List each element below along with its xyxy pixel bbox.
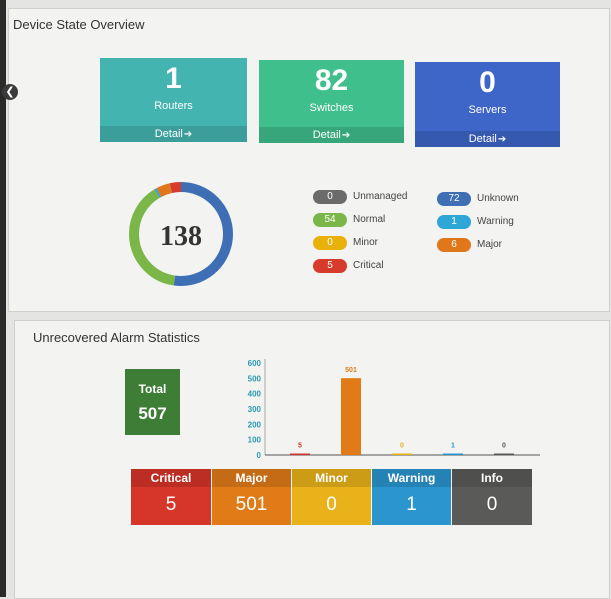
detail-label: Detail	[312, 129, 341, 141]
legend-minor[interactable]: 0 Minor	[313, 236, 378, 250]
legend-count: 5	[313, 259, 347, 273]
legend-normal[interactable]: 54 Normal	[313, 213, 385, 227]
servers-count: 0	[479, 66, 496, 99]
severity-label: Info	[452, 469, 532, 487]
bar-value-label: 5	[298, 443, 302, 450]
bar-major[interactable]	[341, 378, 361, 455]
severity-critical-tile[interactable]: Critical 5	[131, 469, 211, 525]
severity-value: 0	[326, 494, 337, 515]
legend-critical[interactable]: 5 Critical	[313, 259, 384, 273]
switches-count: 82	[314, 64, 349, 97]
servers-detail-link[interactable]: Detail➔	[415, 131, 560, 147]
legend-count: 0	[313, 236, 347, 250]
bar-value-label: 1	[451, 443, 455, 450]
y-tick-label: 400	[248, 390, 262, 399]
y-tick-label: 300	[248, 405, 262, 414]
routers-tile[interactable]: 1 Routers Detail➔	[100, 58, 247, 142]
legend-count: 0	[313, 190, 347, 204]
total-label: Total	[138, 382, 167, 396]
device-status-donut: 138	[129, 182, 233, 286]
severity-value: 5	[165, 494, 177, 515]
bar-minor[interactable]	[392, 453, 412, 456]
routers-detail-link[interactable]: Detail➔	[100, 126, 247, 142]
legend-label: Unknown	[477, 193, 519, 204]
y-tick-label: 0	[257, 451, 262, 460]
donut-total: 138	[160, 221, 202, 252]
y-tick-label: 100	[248, 436, 262, 445]
switches-tile[interactable]: 82 Switches Detail➔	[259, 60, 404, 143]
device-state-panel: Device State Overview 1 Routers Detail➔ …	[8, 8, 610, 312]
panel-title: Device State Overview	[13, 17, 145, 32]
severity-label: Major	[212, 469, 291, 487]
arrow-right-icon: ➔	[183, 129, 193, 140]
legend-major[interactable]: 6 Major	[437, 238, 502, 252]
legend-label: Minor	[353, 237, 379, 248]
servers-tile[interactable]: 0 Servers Detail➔	[415, 62, 560, 147]
y-tick-label: 200	[248, 420, 262, 429]
legend-count: 1	[437, 215, 471, 229]
severity-info-tile[interactable]: Info 0	[452, 469, 532, 525]
legend-label: Unmanaged	[353, 191, 408, 202]
arrow-right-icon: ➔	[341, 130, 351, 141]
bar-info[interactable]	[494, 453, 514, 456]
y-tick-label: 600	[248, 359, 262, 368]
legend-label: Normal	[353, 214, 386, 225]
bar-warning[interactable]	[443, 453, 463, 456]
chevron-left-icon[interactable]: ❮	[2, 84, 18, 100]
legend-count: 54	[313, 213, 347, 227]
severity-label: Minor	[292, 469, 371, 487]
alarm-statistics-panel: Unrecovered Alarm Statistics Total 507 0…	[14, 320, 610, 599]
panel-title: Unrecovered Alarm Statistics	[33, 330, 200, 345]
bar-value-label: 0	[502, 443, 506, 450]
bar-critical[interactable]	[290, 453, 310, 456]
total-value: 507	[138, 404, 167, 423]
total-alarms-box: Total 507	[125, 369, 180, 435]
switches-detail-link[interactable]: Detail➔	[259, 127, 404, 143]
legend-unmanaged[interactable]: 0 Unmanaged	[313, 190, 407, 204]
alarm-bar-chart: 0 100 200 300 400 500 600 5 501 0 1 0	[248, 359, 540, 460]
severity-major-tile[interactable]: Major 501	[212, 469, 291, 525]
legend-warning[interactable]: 1 Warning	[437, 215, 514, 229]
arrow-right-icon: ➔	[497, 134, 507, 145]
detail-label: Detail	[154, 128, 183, 140]
switches-label: Switches	[309, 102, 354, 114]
detail-label: Detail	[468, 133, 497, 145]
routers-count: 1	[165, 62, 182, 95]
legend-count: 72	[437, 192, 471, 206]
legend-label: Critical	[353, 260, 384, 271]
severity-label: Warning	[372, 469, 451, 487]
y-tick-label: 500	[248, 374, 262, 383]
legend-count: 6	[437, 238, 471, 252]
bar-value-label: 501	[345, 367, 357, 374]
legend-label: Major	[477, 239, 503, 250]
severity-value: 1	[406, 494, 417, 515]
legend-label: Warning	[477, 216, 514, 227]
routers-label: Routers	[154, 100, 193, 112]
severity-label: Critical	[131, 469, 211, 487]
servers-label: Servers	[468, 104, 507, 116]
legend-unknown[interactable]: 72 Unknown	[437, 192, 519, 206]
severity-value: 0	[486, 494, 498, 515]
severity-value: 501	[235, 494, 268, 515]
severity-minor-tile[interactable]: Minor 0	[292, 469, 371, 525]
bar-value-label: 0	[400, 443, 404, 450]
severity-warning-tile[interactable]: Warning 1	[372, 469, 451, 525]
